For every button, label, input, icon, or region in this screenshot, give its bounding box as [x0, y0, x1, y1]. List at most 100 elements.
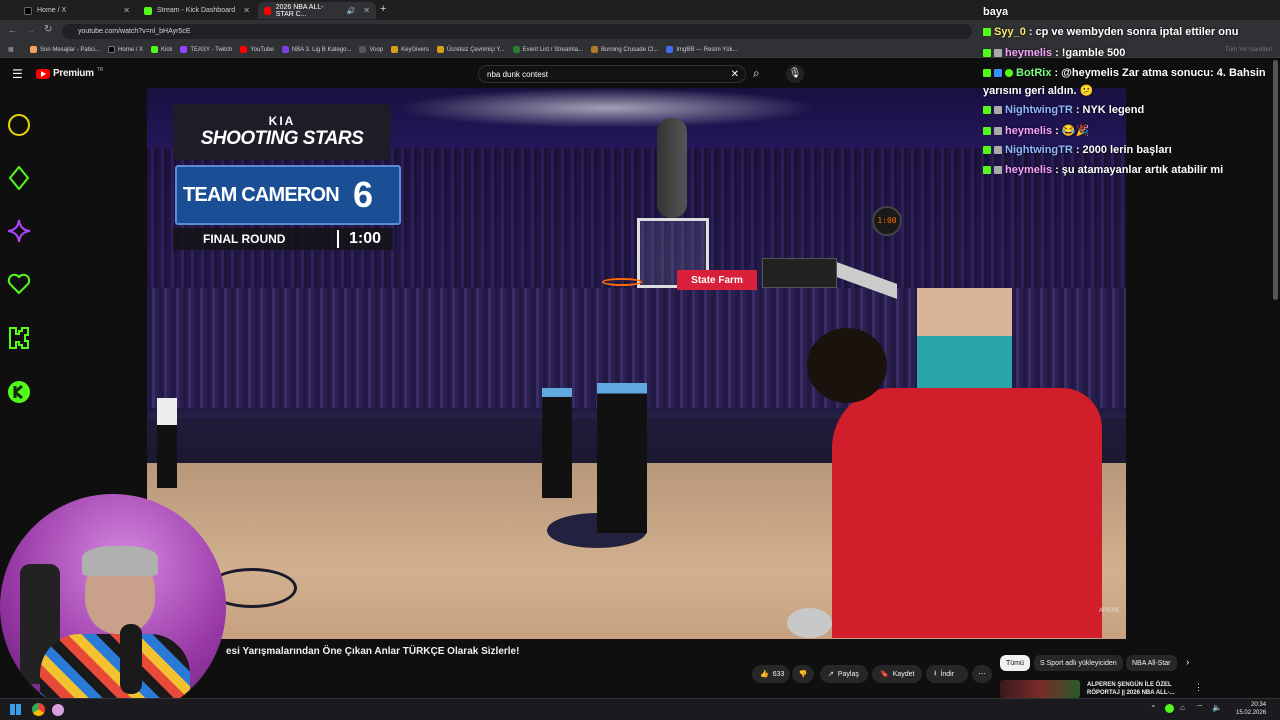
bookmark-item[interactable]: Ücretsiz Çevrimiçi Y...: [436, 46, 505, 53]
search-value: nba dunk contest: [487, 69, 548, 79]
subscriber-badge-icon: [994, 49, 1002, 57]
apps-grid-icon[interactable]: ▦: [0, 46, 30, 53]
share-button[interactable]: ↗ Paylaş: [820, 665, 868, 683]
streamer-hair: [82, 546, 158, 576]
bookmark-item[interactable]: Burning Crusade Cl...: [591, 46, 658, 53]
chip-label: Tümü: [1006, 659, 1024, 667]
search-icon[interactable]: ⌕: [753, 66, 760, 81]
bookmark-label: Voop: [369, 46, 384, 53]
all-bookmarks-link[interactable]: Tüm Yer İşaretleri: [1225, 47, 1272, 53]
tab-home-x[interactable]: Home / X ✕: [18, 2, 136, 19]
kick-badge-icon: [983, 126, 991, 135]
page-scrollbar[interactable]: [1273, 60, 1278, 300]
folder-icon: [359, 46, 367, 53]
chip-all[interactable]: Tümü: [1000, 655, 1030, 671]
bookmark-label: TEASY - Twitch: [190, 46, 233, 53]
tray-app-icon[interactable]: [1165, 704, 1174, 713]
chevron-right-icon[interactable]: ›: [1186, 657, 1189, 668]
bookmark-item[interactable]: Son Mesajlar - Patici...: [30, 46, 100, 53]
speaker-icon[interactable]: 🔈: [1212, 703, 1222, 712]
webcam-overlay: [0, 494, 226, 720]
kick-k-icon: [9, 327, 29, 349]
bookmark-label: KeyGivers: [401, 46, 429, 53]
chrome-icon[interactable]: [32, 703, 45, 716]
close-icon[interactable]: ✕: [363, 6, 370, 15]
related-title-line: RÖPORTAJ || 2026 NBA ALL-...: [1087, 690, 1175, 696]
chip-uploader[interactable]: S Sport adlı yükleyiciden: [1034, 655, 1123, 671]
chat-text: !gamble 500: [1061, 47, 1126, 59]
player-head: [807, 328, 887, 403]
clear-icon[interactable]: ✕: [731, 69, 739, 80]
youtube-logo[interactable]: Premium TR: [36, 67, 103, 79]
bookmark-item[interactable]: KeyGivers: [391, 46, 429, 53]
bookmark-item[interactable]: Kick: [151, 46, 172, 53]
bookmark-item[interactable]: Voop: [359, 46, 383, 53]
tray-icon[interactable]: ⌂: [1180, 703, 1185, 712]
shot-clock: 1:00: [872, 206, 902, 236]
search-input[interactable]: nba dunk contest ✕: [478, 65, 746, 83]
scoreboard-team: TEAM CAMERON 6: [175, 165, 401, 225]
bookmark-item[interactable]: NBA 3. Lig B Katego...: [281, 46, 351, 53]
related-video-thumbnail[interactable]: [1000, 680, 1080, 698]
bookmark-item[interactable]: ImgBB — Resim Yük...: [666, 46, 738, 53]
video-player[interactable]: State Farm 1:00 KIA SHOOTING STARS TEAM …: [147, 88, 1126, 639]
related-video-title[interactable]: ALPEREN ŞENGÜN İLE ÖZEL RÖPORTAJ || 2026…: [1087, 681, 1174, 697]
staff-figure: [597, 383, 647, 533]
system-clock[interactable]: 20:34 15.02.2026: [1236, 701, 1266, 717]
video-title: esi Yarışmalarından Öne Çıkan Anlar TÜRK…: [226, 646, 519, 657]
speaker-icon[interactable]: 🔊: [347, 7, 356, 15]
back-arrow-icon[interactable]: ←: [8, 25, 17, 35]
chat-message: heymelis: !gamble 500: [983, 47, 1125, 59]
chat-username: NightwingTR: [1005, 144, 1073, 156]
related-title-line: ALPEREN ŞENGÜN İLE ÖZEL: [1087, 682, 1172, 688]
bookmark-item[interactable]: YouTube: [240, 46, 274, 53]
chat-text: @heymelis Zar atma sonucu: 4. Bahsin: [1061, 67, 1266, 79]
chip-nba-allstar[interactable]: NBA All-Star: [1126, 655, 1177, 671]
rim: [602, 278, 642, 286]
menu-icon[interactable]: ☰: [12, 67, 23, 81]
basket-stanchion: [762, 258, 837, 288]
dislike-button[interactable]: 👎: [792, 665, 814, 683]
referee-figure: [157, 398, 177, 488]
microphone-icon[interactable]: 🎙: [786, 65, 804, 83]
reload-icon[interactable]: ↻: [44, 24, 52, 35]
bookmark-label: Kick: [161, 46, 173, 53]
more-vertical-icon[interactable]: ⋮: [1194, 682, 1203, 693]
kick-badge-icon: [983, 69, 991, 77]
tab-youtube-video[interactable]: 2026 NBA ALL-STAR C... 🔊 ✕: [258, 2, 376, 19]
x-logo-icon: [24, 6, 32, 15]
tab-kick-dashboard[interactable]: Stream - Kick Dashboard ✕: [138, 2, 256, 19]
save-button[interactable]: 🔖 Kaydet: [872, 665, 922, 683]
chat-text: şu atamayanlar artık atabilir mi: [1061, 164, 1224, 176]
bookmark-label: ImgBB — Resim Yük...: [676, 46, 738, 53]
url-field[interactable]: youtube.com/watch?v=nl_bHAyr5cE: [62, 24, 972, 39]
video-title-text: esi Yarışmalarından Öne Çıkan Anlar TÜRK…: [226, 646, 520, 657]
close-icon[interactable]: ✕: [243, 6, 250, 15]
windows-start-icon[interactable]: [10, 704, 21, 715]
new-tab-plus-icon[interactable]: +: [380, 3, 386, 15]
folder-icon: [436, 46, 444, 53]
download-button[interactable]: ⭳ İndir: [926, 665, 968, 683]
like-button[interactable]: 👍 633: [752, 665, 790, 683]
wifi-icon[interactable]: ⌔: [1196, 703, 1204, 713]
chat-text: NYK legend: [1082, 104, 1145, 116]
clock-date: 15.02.2026: [1236, 710, 1267, 716]
chat-username: BotRix: [1016, 67, 1052, 79]
chat-message: BotRix: @heymelis Zar atma sonucu: 4. Bah…: [983, 67, 1266, 79]
x-logo-icon: [108, 46, 116, 53]
bookmark-icon: [281, 46, 289, 53]
chat-message: NightwingTR: NYK legend: [983, 104, 1144, 116]
forward-arrow-icon[interactable]: →: [26, 25, 35, 35]
bookmark-item[interactable]: Home / X: [108, 46, 143, 53]
more-actions-button[interactable]: ⋯: [972, 665, 992, 683]
close-icon[interactable]: ✕: [123, 6, 130, 15]
bookmark-item[interactable]: TEASY - Twitch: [180, 46, 232, 53]
kick-badge-icon: [983, 28, 991, 36]
chevron-up-icon[interactable]: ⌃: [1150, 704, 1157, 713]
chat-username: heymelis: [1005, 124, 1053, 137]
subscriber-badge-icon: [994, 166, 1002, 174]
more-dots-icon: ⋯: [978, 671, 986, 678]
taskbar-app-icon[interactable]: [52, 704, 64, 716]
bookmark-item[interactable]: Event List / Streamla...: [512, 46, 583, 53]
chat-message: Syy_0: cp ve wembyden sonra iptal ettiler…: [983, 26, 1238, 38]
